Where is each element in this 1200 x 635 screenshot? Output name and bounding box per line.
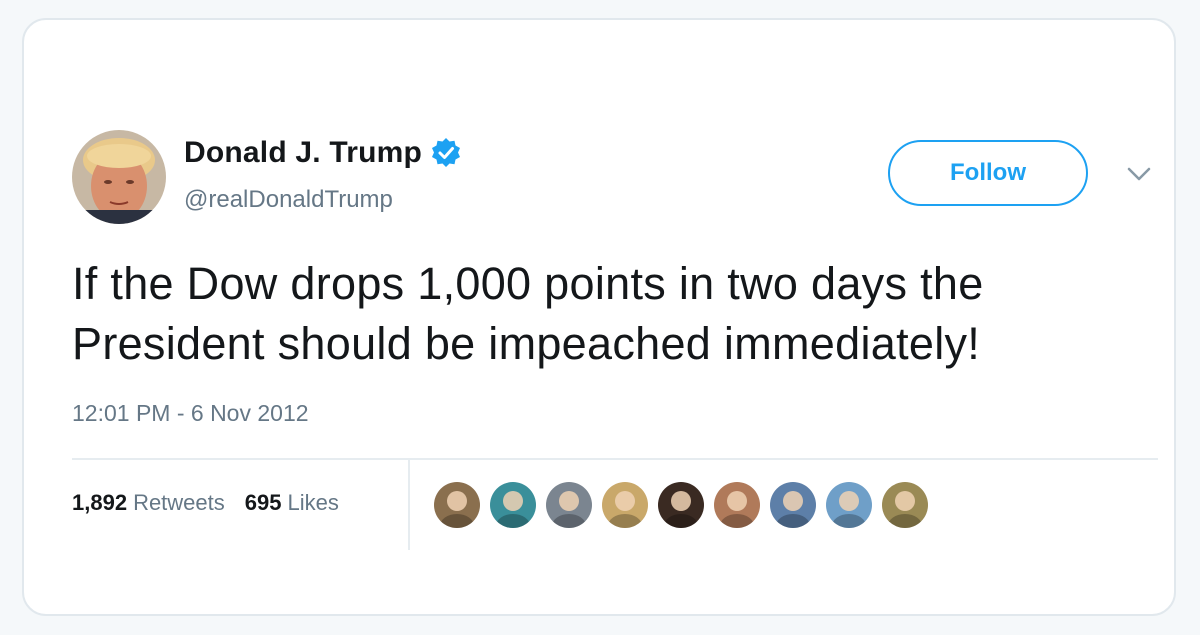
follow-button[interactable]: Follow: [888, 140, 1088, 206]
retweets-stat[interactable]: 1,892 Retweets: [72, 490, 225, 516]
tweet-stats: 1,892 Retweets 695 Likes: [72, 490, 339, 516]
liker-avatar[interactable]: [490, 482, 536, 528]
liker-avatar[interactable]: [658, 482, 704, 528]
liker-avatar[interactable]: [434, 482, 480, 528]
divider: [72, 458, 1158, 460]
liker-avatars: [434, 482, 938, 528]
display-name[interactable]: Donald J. Trump: [184, 136, 422, 170]
avatar[interactable]: [72, 130, 166, 224]
likes-stat[interactable]: 695 Likes: [245, 490, 339, 516]
liker-avatar[interactable]: [546, 482, 592, 528]
retweets-label: Retweets: [133, 490, 225, 515]
tweet-text: If the Dow drops 1,000 points in two day…: [72, 258, 984, 369]
verified-badge-icon: [430, 137, 462, 169]
retweets-count: 1,892: [72, 490, 128, 515]
liker-avatar[interactable]: [826, 482, 872, 528]
liker-avatar[interactable]: [714, 482, 760, 528]
tweet-card: Donald J. Trump @realDonaldTrump Follow …: [22, 18, 1176, 616]
liker-avatar[interactable]: [882, 482, 928, 528]
tweet-timestamp[interactable]: 12:01 PM - 6 Nov 2012: [72, 400, 309, 427]
stats-divider: [408, 460, 410, 550]
likes-count: 695: [244, 490, 282, 515]
user-handle[interactable]: @realDonaldTrump: [184, 186, 393, 214]
display-name-row: Donald J. Trump: [184, 136, 462, 170]
likes-label: Likes: [287, 490, 339, 515]
chevron-down-icon[interactable]: [1126, 164, 1152, 184]
liker-avatar[interactable]: [602, 482, 648, 528]
liker-avatar[interactable]: [770, 482, 816, 528]
